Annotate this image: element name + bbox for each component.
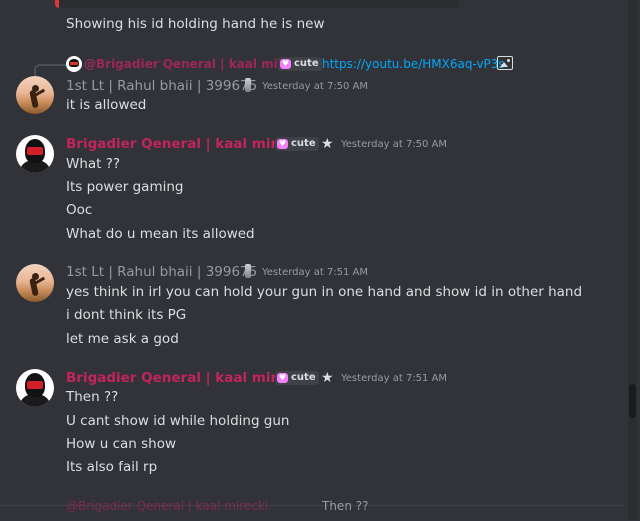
peek-text: Then ?? — [322, 499, 369, 513]
avatar[interactable] — [16, 135, 54, 173]
message-line: U cant show id while holding gun — [66, 413, 290, 429]
timestamp[interactable]: Yesterday at 7:50 AM — [341, 139, 447, 150]
reply-link-preview[interactable]: https://youtu.be/HMX6aq-vP3s — [322, 57, 505, 71]
cute-tag: ♥ cute — [275, 371, 319, 385]
message-line: What ?? — [66, 156, 121, 172]
timestamp[interactable]: Yesterday at 7:50 AM — [262, 81, 368, 92]
heart-icon: ♥ — [277, 139, 288, 149]
heart-icon: ♥ — [277, 373, 288, 383]
timestamp[interactable]: Yesterday at 7:51 AM — [262, 267, 368, 278]
previous-embed-bar — [55, 0, 459, 8]
avatar[interactable] — [16, 369, 54, 407]
next-message-peek: @Brigadier Qeneral | kaal mirecki Then ?… — [0, 499, 624, 521]
message-line: Ooc — [66, 202, 93, 218]
scrollbar-track[interactable] — [628, 0, 637, 520]
chat-message-list[interactable]: Showing his id holding hand he is new @B… — [0, 0, 624, 521]
heart-icon: ♥ — [280, 59, 291, 69]
reply-author-name[interactable]: @Brigadier Qeneral | kaal mirecki — [84, 57, 311, 71]
author-name[interactable]: 1st Lt | Rahul bhaii | 399675 — [66, 78, 257, 94]
message-line: How u can show — [66, 436, 177, 452]
message-line: Showing his id holding hand he is new — [66, 16, 325, 32]
star-icon: ★ — [321, 136, 334, 152]
message-line: let me ask a god — [66, 331, 179, 347]
cute-tag: ♥ cute — [275, 137, 319, 151]
message-line: yes think in irl you can hold your gun i… — [66, 284, 583, 300]
message-line: Its also fail rp — [66, 459, 158, 475]
cute-tag: ♥ cute — [278, 57, 322, 71]
role-icon — [245, 264, 251, 278]
message-line: What do u mean its allowed — [66, 226, 255, 242]
reply-connector — [34, 64, 66, 76]
author-name[interactable]: 1st Lt | Rahul bhaii | 399675 — [66, 264, 257, 280]
message-line: Then ?? — [66, 389, 119, 405]
author-name[interactable]: Brigadier Qeneral | kaal mirecki — [66, 136, 308, 152]
timestamp[interactable]: Yesterday at 7:51 AM — [341, 373, 447, 384]
avatar[interactable] — [16, 264, 54, 302]
scrollbar-thumb[interactable] — [629, 384, 636, 418]
role-icon — [245, 78, 251, 92]
avatar[interactable] — [16, 76, 54, 114]
message-line: i dont think its PG — [66, 307, 187, 323]
star-icon: ★ — [321, 370, 334, 386]
message-line: it is allowed — [66, 97, 147, 113]
peek-author: @Brigadier Qeneral | kaal mirecki — [66, 499, 269, 513]
author-name[interactable]: Brigadier Qeneral | kaal mirecki — [66, 370, 308, 386]
image-icon — [497, 56, 513, 70]
reply-avatar[interactable] — [66, 56, 82, 72]
message-line: Its power gaming — [66, 179, 184, 195]
